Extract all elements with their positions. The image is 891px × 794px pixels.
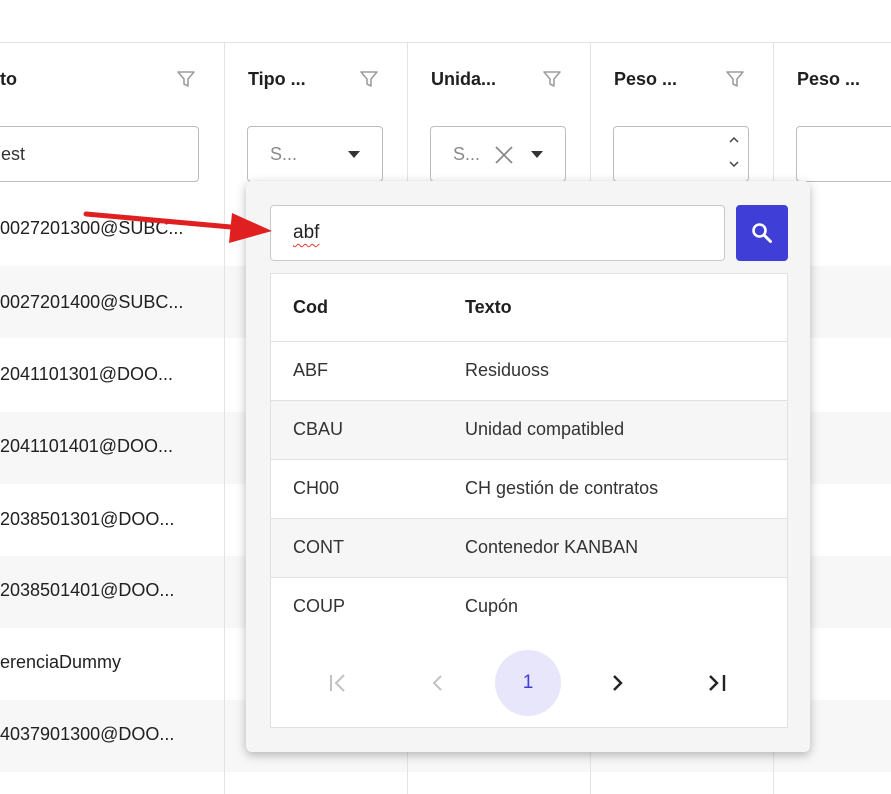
next-page-button[interactable]: [584, 650, 650, 716]
red-arrow-annotation: [83, 211, 272, 243]
result-row[interactable]: CONT Contenedor KANBAN: [271, 519, 787, 578]
header-code: Cod: [293, 297, 328, 317]
result-code: CH00: [293, 478, 340, 498]
prev-page-button[interactable]: [405, 650, 471, 716]
chevron-down-icon[interactable]: [728, 159, 740, 169]
chevron-up-icon[interactable]: [728, 135, 740, 145]
result-text: Residuoss: [465, 360, 550, 380]
search-button[interactable]: [736, 205, 788, 261]
search-icon: [752, 223, 772, 243]
result-text: Cupón: [465, 596, 519, 616]
select-value: S...: [270, 144, 298, 164]
row-id-text: 2038501301@DOO...: [0, 509, 175, 529]
filter-icon[interactable]: [359, 69, 379, 89]
result-text: CH gestión de contratos: [465, 478, 659, 498]
page-button-current[interactable]: 1: [495, 650, 561, 716]
column-label: Peso ...: [797, 69, 861, 89]
chevron-down-icon[interactable]: [531, 151, 543, 158]
result-code: CONT: [293, 537, 344, 557]
column-header-texto[interactable]: to est: [0, 43, 225, 195]
pagination: 1: [271, 638, 787, 728]
filter-icon[interactable]: [725, 69, 745, 89]
select-filter-input[interactable]: S...: [247, 126, 383, 182]
row-id-text: erenciaDummy: [0, 652, 122, 672]
result-code: CBAU: [293, 419, 344, 439]
number-stepper[interactable]: [726, 133, 742, 177]
column-header-peso-1[interactable]: Peso ...: [591, 43, 774, 195]
column-header-tipo[interactable]: Tipo ... S...: [225, 43, 408, 195]
result-row[interactable]: CH00 CH gestión de contratos: [271, 460, 787, 519]
grid-header-row: to est Tipo ... S... Unida... S... Peso …: [0, 42, 891, 194]
last-page-icon: [709, 675, 726, 691]
lookup-dropdown-panel: abf Cod Texto ABF Residuoss CBAU Unidad …: [246, 181, 810, 752]
text-filter-input[interactable]: est: [0, 126, 199, 182]
result-row[interactable]: ABF Residuoss: [271, 342, 787, 401]
column-header-peso-2[interactable]: Peso ...: [774, 43, 891, 195]
filter-icon[interactable]: [176, 69, 196, 89]
first-page-icon: [330, 674, 345, 692]
lookup-search-input[interactable]: abf: [270, 205, 725, 261]
row-id-text: 4037901300@DOO...: [0, 724, 175, 744]
number-filter-input[interactable]: [613, 126, 749, 182]
select-value: S...: [453, 144, 481, 164]
select-filter-input[interactable]: S...: [430, 126, 566, 182]
results-header-row: Cod Texto: [271, 274, 787, 342]
row-id-text: 2041101301@DOO...: [0, 364, 174, 384]
column-label: to: [0, 69, 17, 89]
last-page-button[interactable]: [685, 650, 751, 716]
text-filter-input[interactable]: [796, 126, 891, 182]
chevron-down-icon[interactable]: [348, 151, 360, 158]
clear-icon[interactable]: [493, 144, 515, 166]
chevron-right-icon: [613, 675, 623, 691]
column-label: Tipo ...: [248, 69, 306, 89]
first-page-button[interactable]: [305, 650, 371, 716]
chevron-left-icon: [432, 675, 442, 691]
result-row[interactable]: CBAU Unidad compatibled: [271, 401, 787, 460]
header-text: Texto: [465, 297, 512, 317]
filter-icon[interactable]: [542, 69, 562, 89]
column-header-unidad[interactable]: Unida... S...: [408, 43, 591, 195]
column-divider: [224, 42, 225, 794]
row-id-text: 0027201400@SUBC...: [0, 292, 184, 312]
result-code: COUP: [293, 596, 346, 616]
column-label: Peso ...: [614, 69, 678, 89]
row-id-text: 2038501401@DOO...: [0, 580, 175, 600]
result-row[interactable]: COUP Cupón: [271, 578, 787, 637]
result-code: ABF: [293, 360, 329, 380]
filter-input-value: est: [1, 144, 26, 164]
search-input-value: abf: [293, 222, 320, 243]
result-text: Unidad compatibled: [465, 419, 625, 439]
column-label: Unida...: [431, 69, 497, 89]
result-text: Contenedor KANBAN: [465, 537, 639, 557]
row-id-text: 2041101401@DOO...: [0, 436, 174, 456]
lookup-results-table: Cod Texto ABF Residuoss CBAU Unidad comp…: [270, 273, 788, 728]
